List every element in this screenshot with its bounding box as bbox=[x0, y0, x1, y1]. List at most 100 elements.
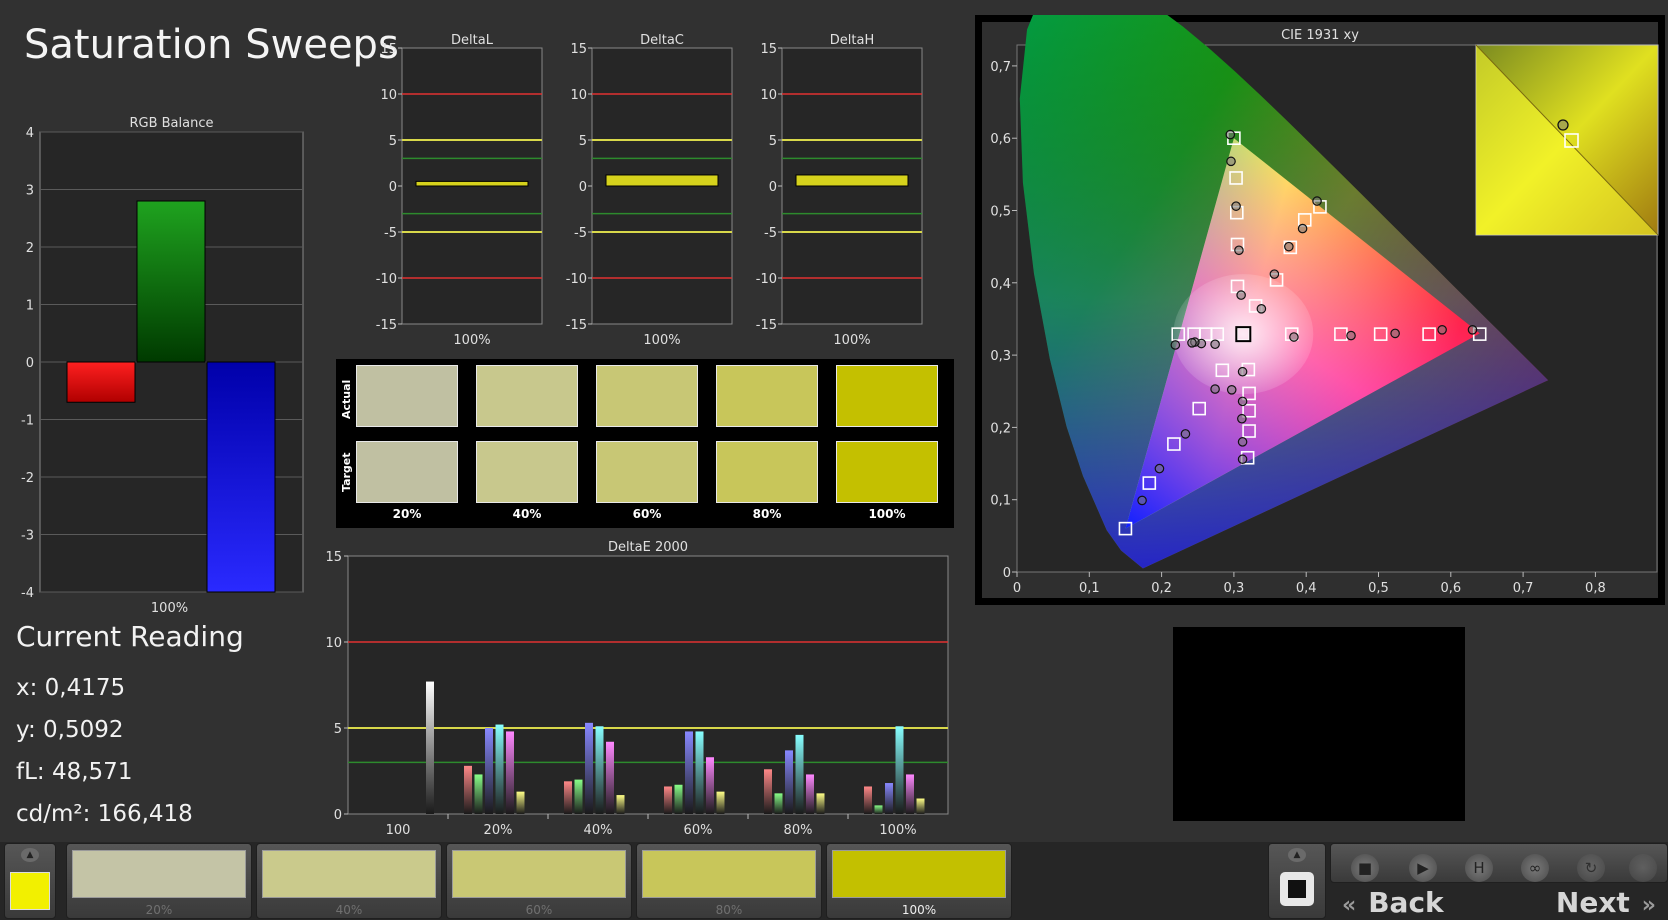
x-tick-label: 0,2 bbox=[1151, 581, 1172, 596]
step-label: 80% bbox=[715, 903, 743, 917]
measured-marker bbox=[1170, 340, 1181, 350]
deltae-bar bbox=[895, 726, 904, 814]
actual-swatch bbox=[836, 365, 938, 427]
step-label: 20% bbox=[145, 903, 173, 917]
reading-fl: fL: 48,571 bbox=[16, 759, 133, 785]
target-swatch bbox=[476, 441, 578, 503]
y-tick-label: 15 bbox=[380, 42, 397, 57]
x-tick-label: 100% bbox=[643, 333, 680, 348]
y-tick-label: 5 bbox=[769, 134, 777, 149]
x-tick-label: 0 bbox=[1013, 581, 1021, 596]
measured-marker bbox=[1180, 429, 1191, 439]
actual-row-label: Actual bbox=[340, 379, 353, 419]
step-button-100[interactable]: 100% bbox=[826, 843, 1012, 919]
measured-marker bbox=[1346, 330, 1356, 341]
blue-bar bbox=[206, 361, 276, 593]
step-label: 60% bbox=[525, 903, 553, 917]
step-button-20[interactable]: 20% bbox=[66, 843, 252, 919]
deltae-bar bbox=[716, 791, 725, 814]
measured-marker bbox=[1289, 332, 1299, 342]
stop-icon[interactable]: ■ bbox=[1345, 853, 1385, 883]
deltae-bar bbox=[816, 793, 825, 814]
back-button[interactable]: « Back bbox=[1330, 886, 1498, 920]
y-tick-label: 0 bbox=[334, 808, 342, 823]
y-tick-label: -5 bbox=[764, 226, 777, 241]
deltae-bar bbox=[806, 774, 814, 814]
step-swatch bbox=[72, 850, 246, 898]
deltae-bar bbox=[426, 681, 434, 814]
deltae-bar bbox=[595, 726, 604, 814]
measured-marker bbox=[1269, 269, 1280, 279]
bottom-toolbar: ▲ 20% 40% 60% 80% 100% ▲ ■ ▶ H ∞ ↻ « Back Nex… bbox=[0, 842, 1668, 920]
x-tick-label: 60% bbox=[684, 823, 713, 836]
x-tick-label: 0,5 bbox=[1368, 581, 1389, 596]
y-tick-label: 0,6 bbox=[990, 132, 1011, 147]
measured-marker bbox=[1236, 290, 1246, 300]
current-color-button[interactable]: ▲ bbox=[4, 843, 56, 919]
y-tick-label: 4 bbox=[26, 126, 34, 141]
y-tick-label: 1 bbox=[26, 299, 34, 314]
deltae-bar bbox=[616, 795, 625, 814]
cie-1931-chart: CIE 1931 xy 0 0,1 0,2 0,3 0,4 0,5 0,6 0,7 0,8 0 0,… bbox=[975, 15, 1665, 605]
y-tick-label: 0,1 bbox=[990, 494, 1011, 509]
deltae-bar bbox=[774, 793, 783, 814]
delta-charts: DeltaL 15 10 5 0 -5 -10 -15 100% DeltaC 15 10 5 0 -5 -1… bbox=[376, 33, 923, 348]
y-tick-label: 15 bbox=[760, 42, 777, 57]
y-tick-label: 0,2 bbox=[990, 421, 1011, 436]
x-tick-label: 0,7 bbox=[1513, 581, 1534, 596]
cie-title: CIE 1931 xy bbox=[1281, 28, 1359, 43]
deltae-plot-area bbox=[347, 555, 949, 815]
step-button-80[interactable]: 80% bbox=[636, 843, 822, 919]
deltae-bar bbox=[664, 786, 672, 814]
y-tick-label: 0 bbox=[389, 180, 397, 195]
deltae-title: DeltaE 2000 bbox=[608, 540, 688, 555]
double-chevron-right-icon: » bbox=[1641, 893, 1656, 918]
reading-x: x: 0,4175 bbox=[16, 675, 126, 701]
y-tick-label: 0 bbox=[26, 356, 34, 371]
step-swatch bbox=[262, 850, 436, 898]
deltae-bar bbox=[516, 791, 525, 814]
back-label: Back bbox=[1368, 886, 1444, 919]
actual-swatch bbox=[476, 365, 578, 427]
next-button[interactable]: Next » bbox=[1502, 886, 1668, 920]
swatch-label: 60% bbox=[632, 507, 662, 521]
x-tick-label: 0,3 bbox=[1224, 581, 1245, 596]
measured-marker bbox=[1256, 304, 1267, 314]
step-button-40[interactable]: 40% bbox=[256, 843, 442, 919]
y-tick-label: 0,4 bbox=[990, 277, 1011, 292]
measured-marker bbox=[1187, 338, 1197, 348]
deltae-bar bbox=[864, 786, 872, 814]
y-tick-label: 10 bbox=[325, 636, 342, 651]
measured-marker bbox=[1312, 196, 1322, 206]
deltae-bar bbox=[474, 774, 483, 814]
delta-bar bbox=[795, 174, 909, 187]
play-icon[interactable]: ▶ bbox=[1403, 853, 1443, 883]
measured-marker bbox=[1226, 156, 1236, 167]
measured-marker bbox=[1467, 324, 1478, 335]
record-icon[interactable] bbox=[1623, 853, 1663, 883]
y-tick-label: 10 bbox=[570, 88, 587, 103]
measured-marker bbox=[1231, 201, 1241, 211]
loop-icon[interactable]: ∞ bbox=[1515, 853, 1555, 883]
hold-icon[interactable]: H bbox=[1459, 853, 1499, 883]
transport-toolbar: ■ ▶ H ∞ ↻ bbox=[1330, 843, 1668, 883]
measured-marker bbox=[1225, 129, 1236, 140]
target-swatch bbox=[716, 441, 818, 503]
x-tick-label: 100% bbox=[879, 823, 916, 836]
y-tick-label: 3 bbox=[26, 184, 34, 199]
y-tick-label: 5 bbox=[389, 134, 397, 149]
x-tick-label: 100% bbox=[453, 333, 490, 348]
y-tick-label: 15 bbox=[570, 42, 587, 57]
measured-marker bbox=[1237, 437, 1248, 447]
rgb-balance-chart: RGB Balance 4 3 2 1 0 -1 -2 -3 -4 100% bbox=[21, 116, 304, 616]
actual-swatch bbox=[596, 365, 698, 427]
refresh-icon[interactable]: ↻ bbox=[1571, 853, 1611, 883]
x-tick-label: 0,8 bbox=[1585, 581, 1606, 596]
deltae-bar bbox=[706, 757, 714, 814]
step-button-60[interactable]: 60% bbox=[446, 843, 632, 919]
x-tick-label: 100 bbox=[386, 823, 411, 836]
x-tick-label: 40% bbox=[584, 823, 613, 836]
stop-button[interactable]: ▲ bbox=[1268, 843, 1326, 919]
y-tick-label: -10 bbox=[376, 272, 397, 287]
y-tick-label: -5 bbox=[574, 226, 587, 241]
